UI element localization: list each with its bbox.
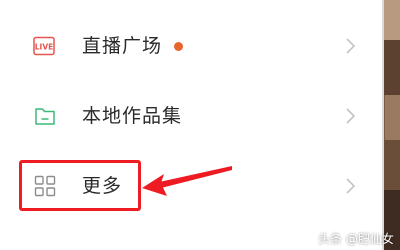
- annotation-highlight-box: [19, 160, 141, 211]
- live-icon: LIVE: [33, 36, 55, 56]
- menu-item-label: 直播广场: [82, 35, 163, 57]
- menu-item-label: 本地作品集: [82, 105, 183, 127]
- chevron-right-icon: [346, 38, 356, 54]
- chevron-right-icon: [346, 108, 356, 124]
- arrow-left-icon: [142, 166, 232, 196]
- chevron-right-icon: [346, 178, 356, 194]
- notification-dot: [174, 42, 183, 51]
- folder-icon: [35, 108, 55, 125]
- settings-menu: LIVE 直播广场 本地作品集 更多: [0, 0, 382, 250]
- svg-text:LIVE: LIVE: [35, 43, 54, 52]
- menu-item-local-works[interactable]: 本地作品集: [0, 87, 382, 147]
- menu-item-live-square[interactable]: LIVE 直播广场: [0, 17, 382, 77]
- watermark-text: 头条 @肥仙女: [318, 232, 394, 246]
- background-photo-strip: [382, 0, 400, 250]
